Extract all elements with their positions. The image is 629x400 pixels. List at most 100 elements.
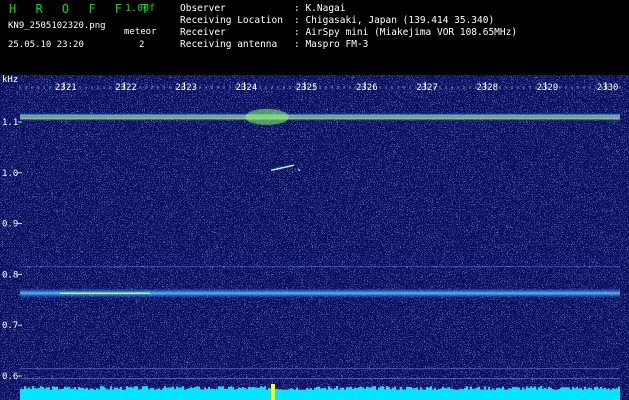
noise-floor-spike [362, 387, 364, 391]
noise-floor-spike [74, 387, 76, 391]
receiver-value: : AirSpy mini (Miakejima VOR 108.65MHz) [294, 27, 518, 38]
y-tick-label: 1.1 [2, 118, 18, 128]
time-tick-label: 2326 [356, 83, 378, 93]
noise-floor-spike [512, 387, 514, 391]
noise-floor-spike [308, 388, 310, 391]
noise-floor-spike [372, 386, 374, 391]
noise-floor-spike [524, 389, 526, 391]
noise-floor-spike [344, 389, 346, 391]
noise-floor-spike [174, 389, 176, 391]
mode-label: meteor [124, 27, 157, 37]
noise-floor-spike [336, 386, 338, 391]
noise-floor-spike [330, 388, 332, 391]
noise-floor-spike [446, 388, 448, 391]
noise-floor-spike [388, 387, 390, 391]
noise-floor-spike [422, 389, 424, 391]
noise-floor-spike [472, 388, 474, 391]
noise-floor-spike [130, 386, 132, 391]
noise-floor-spike [282, 389, 284, 391]
noise-floor-spike [218, 386, 220, 391]
noise-floor-spike [178, 387, 180, 391]
noise-floor-spike [124, 389, 126, 391]
noise-floor-spike [450, 388, 452, 391]
noise-floor-spike [66, 387, 68, 391]
noise-floor-spike [556, 389, 558, 391]
detection-count: 2 [139, 40, 145, 50]
time-tick-label: 2322 [115, 83, 137, 93]
noise-floor-spike [598, 388, 600, 391]
noise-floor-spike [590, 388, 592, 391]
noise-floor-spike [492, 388, 494, 391]
spectrogram-plot: 2321 2322 2323 2324 2325 2326 2327 2328 2329 2330… [0, 75, 629, 400]
noise-floor-spike [570, 389, 572, 391]
noise-floor-spike [182, 386, 184, 391]
noise-floor-spike [70, 388, 72, 391]
noise-floor-spike [148, 389, 150, 391]
noise-floor-spike [420, 387, 422, 391]
noise-floor-spike [464, 387, 466, 391]
observer-label: Observer [180, 3, 226, 14]
noise-floor-spike [324, 387, 326, 391]
noise-floor-spike [390, 389, 392, 391]
noise-floor-spike [222, 386, 224, 391]
noise-floor-spike [410, 387, 412, 391]
noise-floor-spike [158, 388, 160, 391]
noise-floor-spike [108, 389, 110, 391]
noise-floor-spike [502, 386, 504, 391]
noise-floor-spike [482, 389, 484, 391]
noise-floor-spike [320, 388, 322, 391]
noise-floor-spike [552, 389, 554, 391]
noise-floor-spike [92, 388, 94, 391]
time-tick-label: 2329 [537, 83, 559, 93]
noise-floor-spike [342, 387, 344, 391]
noise-floor-spike [510, 388, 512, 391]
noise-floor-spike [300, 389, 302, 391]
noise-floor-spike [86, 387, 88, 391]
noise-floor-spike [454, 389, 456, 391]
noise-floor-spike [28, 387, 30, 391]
noise-floor-spike [322, 388, 324, 391]
noise-floor-spike [474, 388, 476, 391]
noise-floor-spike [618, 386, 620, 391]
noise-floor-spike [364, 388, 366, 391]
noise-floor-spike [468, 389, 470, 391]
noise-floor-spike [406, 386, 408, 391]
noise-floor-spike [516, 387, 518, 391]
noise-floor-spike [602, 388, 604, 391]
y-tick-label: 0.9 [2, 220, 18, 230]
noise-floor-spike [266, 389, 268, 391]
noise-floor-spike [378, 387, 380, 391]
noise-floor-spike [44, 388, 46, 391]
noise-floor-spike [88, 389, 90, 391]
noise-floor-spike [192, 387, 194, 391]
noise-floor-spike [20, 388, 22, 391]
noise-floor-spike [360, 386, 362, 391]
observer-value: : K.Nagai [294, 3, 346, 14]
noise-floor-spike [64, 386, 66, 391]
receiver-label: Receiver [180, 27, 226, 38]
noise-floor-spike [500, 388, 502, 391]
noise-floor-spike [306, 387, 308, 391]
noise-floor-spike [462, 389, 464, 391]
noise-floor-spike [518, 387, 520, 391]
noise-floor-spike [200, 389, 202, 391]
noise-floor-spike [90, 388, 92, 391]
y-tick-label: 0.7 [2, 321, 18, 331]
noise-floor-spike [416, 387, 418, 391]
noise-floor-spike [584, 386, 586, 391]
noise-floor-spike [142, 386, 144, 391]
noise-floor-spike [520, 389, 522, 391]
noise-floor-spike [202, 389, 204, 391]
noise-floor-spike [160, 389, 162, 391]
noise-floor-spike [380, 386, 382, 391]
noise-floor-spike [56, 386, 58, 391]
noise-floor-spike [100, 386, 102, 391]
noise-floor-spike [280, 389, 282, 391]
noise-floor-spike [120, 386, 122, 391]
noise-floor-spike [442, 386, 444, 391]
noise-floor-spike [234, 389, 236, 391]
noise-floor-spike [338, 389, 340, 391]
noise-floor-spike [208, 387, 210, 391]
noise-floor-spike [550, 387, 552, 391]
noise-floor-spike [230, 386, 232, 391]
